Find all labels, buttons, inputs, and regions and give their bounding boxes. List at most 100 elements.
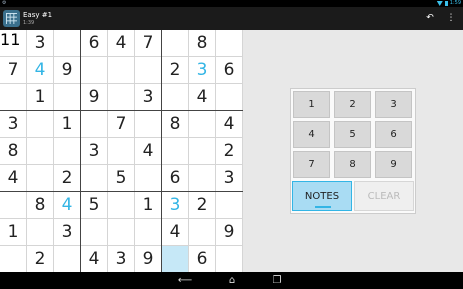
sudoku-cell[interactable]: [216, 192, 243, 219]
sudoku-cell[interactable]: 4: [0, 165, 27, 192]
sudoku-cell[interactable]: 1: [0, 219, 27, 246]
overflow-menu-icon[interactable]: ⋮: [444, 12, 458, 25]
sudoku-cell[interactable]: [27, 165, 54, 192]
sudoku-cell[interactable]: 3: [135, 84, 162, 111]
sudoku-cell[interactable]: 6: [81, 30, 108, 57]
sudoku-cell[interactable]: [162, 246, 189, 273]
sudoku-cell[interactable]: [162, 84, 189, 111]
sudoku-cell[interactable]: [135, 57, 162, 84]
sudoku-cell[interactable]: 4: [135, 138, 162, 165]
number-key-9[interactable]: 9: [375, 151, 412, 178]
sudoku-cell[interactable]: 4: [189, 84, 216, 111]
sudoku-cell[interactable]: [108, 192, 135, 219]
number-key-3[interactable]: 3: [375, 91, 412, 118]
sudoku-cell[interactable]: [54, 246, 81, 273]
back-icon[interactable]: ⟵: [176, 274, 194, 287]
sudoku-cell[interactable]: [54, 138, 81, 165]
sudoku-cell[interactable]: 4: [54, 192, 81, 219]
sudoku-cell[interactable]: 3: [81, 138, 108, 165]
notes-toggle-button[interactable]: NOTES: [292, 181, 352, 211]
sudoku-cell[interactable]: [0, 30, 27, 57]
sudoku-cell[interactable]: 9: [135, 246, 162, 273]
sudoku-cell[interactable]: 4: [216, 111, 243, 138]
number-key-6[interactable]: 6: [375, 121, 412, 148]
sudoku-cell[interactable]: 8: [27, 192, 54, 219]
sudoku-cell[interactable]: 5: [108, 165, 135, 192]
sudoku-cell[interactable]: 2: [216, 138, 243, 165]
sudoku-cell[interactable]: [108, 219, 135, 246]
sudoku-cell[interactable]: 2: [162, 57, 189, 84]
sudoku-cell[interactable]: 8: [189, 30, 216, 57]
sudoku-cell[interactable]: 1: [54, 111, 81, 138]
sudoku-cell[interactable]: 3: [54, 219, 81, 246]
sudoku-cell[interactable]: [27, 138, 54, 165]
sudoku-cell[interactable]: 9: [216, 219, 243, 246]
sudoku-cell[interactable]: 6: [216, 57, 243, 84]
sudoku-cell[interactable]: [0, 84, 27, 111]
sudoku-cell[interactable]: 6: [162, 165, 189, 192]
sudoku-cell[interactable]: [0, 246, 27, 273]
sudoku-cell[interactable]: 5: [81, 192, 108, 219]
clear-button[interactable]: CLEAR: [354, 181, 414, 211]
number-key-2[interactable]: 2: [334, 91, 371, 118]
sudoku-cell[interactable]: [135, 111, 162, 138]
sudoku-cell[interactable]: 3: [162, 192, 189, 219]
sudoku-cell[interactable]: 2: [189, 192, 216, 219]
sudoku-cell[interactable]: [162, 138, 189, 165]
number-key-8[interactable]: 8: [334, 151, 371, 178]
sudoku-cell[interactable]: 4: [108, 30, 135, 57]
sudoku-cell[interactable]: 1: [27, 84, 54, 111]
home-icon[interactable]: ⌂: [223, 274, 241, 287]
sudoku-cell[interactable]: 8: [0, 138, 27, 165]
sudoku-cell[interactable]: [81, 57, 108, 84]
sudoku-cell[interactable]: [0, 192, 27, 219]
sudoku-cell[interactable]: [108, 84, 135, 111]
recent-apps-icon[interactable]: ❐: [268, 274, 286, 287]
box-divider: [80, 30, 81, 272]
sudoku-cell[interactable]: 4: [27, 57, 54, 84]
sudoku-cell[interactable]: 3: [0, 111, 27, 138]
sudoku-cell[interactable]: [81, 219, 108, 246]
sudoku-cell[interactable]: 9: [54, 57, 81, 84]
sudoku-cell[interactable]: 1: [135, 192, 162, 219]
sudoku-cell[interactable]: [27, 111, 54, 138]
sudoku-cell[interactable]: [54, 84, 81, 111]
sudoku-cell[interactable]: [27, 219, 54, 246]
sudoku-cell[interactable]: 7: [108, 111, 135, 138]
number-key-7[interactable]: 7: [293, 151, 330, 178]
sudoku-cell[interactable]: 7: [135, 30, 162, 57]
sudoku-cell[interactable]: 3: [108, 246, 135, 273]
sudoku-cell[interactable]: 7: [0, 57, 27, 84]
sudoku-cell[interactable]: [108, 57, 135, 84]
sudoku-cell[interactable]: 3: [189, 57, 216, 84]
sudoku-cell[interactable]: [216, 246, 243, 273]
number-key-4[interactable]: 4: [293, 121, 330, 148]
sudoku-cell[interactable]: [81, 111, 108, 138]
sudoku-cell[interactable]: 2: [27, 246, 54, 273]
undo-icon[interactable]: ↶: [423, 12, 437, 25]
sudoku-cell[interactable]: [162, 30, 189, 57]
status-time: 1:59: [449, 0, 461, 6]
sudoku-cell[interactable]: 4: [81, 246, 108, 273]
sudoku-cell[interactable]: 2: [54, 165, 81, 192]
number-key-5[interactable]: 5: [334, 121, 371, 148]
sudoku-cell[interactable]: [108, 138, 135, 165]
sudoku-cell[interactable]: [216, 84, 243, 111]
sudoku-cell[interactable]: 9: [81, 84, 108, 111]
sudoku-cell[interactable]: 8: [162, 111, 189, 138]
number-key-1[interactable]: 1: [293, 91, 330, 118]
sudoku-cell[interactable]: [54, 30, 81, 57]
sudoku-cell[interactable]: 6: [189, 246, 216, 273]
sudoku-grid-icon[interactable]: [3, 10, 20, 27]
sudoku-cell[interactable]: [135, 165, 162, 192]
sudoku-cell[interactable]: 4: [162, 219, 189, 246]
sudoku-cell[interactable]: 3: [27, 30, 54, 57]
sudoku-cell[interactable]: [135, 219, 162, 246]
sudoku-cell[interactable]: [81, 165, 108, 192]
sudoku-cell[interactable]: [189, 165, 216, 192]
sudoku-cell[interactable]: [216, 30, 243, 57]
sudoku-cell[interactable]: [189, 111, 216, 138]
sudoku-cell[interactable]: 3: [216, 165, 243, 192]
sudoku-cell[interactable]: [189, 219, 216, 246]
sudoku-cell[interactable]: [189, 138, 216, 165]
